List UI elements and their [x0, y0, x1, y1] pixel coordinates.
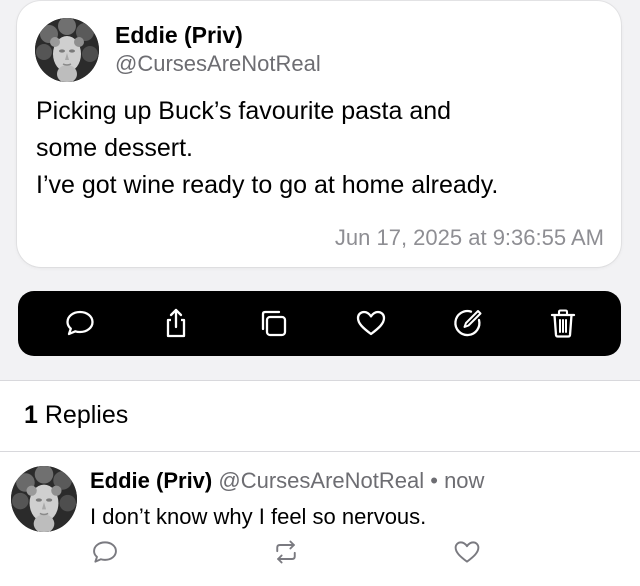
copy-icon [261, 310, 287, 337]
post-author-avatar[interactable] [35, 18, 99, 82]
post-body-line: some dessert. [36, 134, 194, 162]
statue-head-avatar-icon [11, 466, 77, 532]
edit-icon [454, 309, 482, 337]
post-body-line: Picking up Buck’s favourite pasta and [36, 97, 452, 125]
reply-item[interactable]: Eddie (Priv) @CursesAreNotReal • now I d… [0, 452, 640, 586]
reply-body: I don’t know why I feel so nervous. [90, 504, 427, 529]
reply-author-name: Eddie (Priv) [90, 468, 213, 493]
heart-icon [454, 541, 480, 563]
replies-count-number: 1 [24, 401, 38, 429]
comment-icon [66, 310, 94, 336]
heart-icon [356, 310, 386, 336]
post-action-bar [18, 291, 621, 356]
reply-comment-button[interactable] [91, 538, 119, 566]
share-button[interactable] [159, 306, 193, 340]
edit-button[interactable] [451, 306, 485, 340]
replies-count-label: Replies [44, 401, 129, 429]
repost-icon [276, 540, 296, 564]
like-button[interactable] [354, 306, 388, 340]
reply-repost-button[interactable] [272, 538, 300, 566]
reply-author-handle: @CursesAreNotReal [218, 468, 425, 493]
replies-header: 1 Replies [0, 381, 640, 451]
post-author-handle: @CursesAreNotReal [115, 51, 321, 76]
comment-button[interactable] [63, 306, 97, 340]
delete-button[interactable] [546, 306, 580, 340]
comment-icon [93, 541, 117, 563]
reply-like-button[interactable] [453, 538, 481, 566]
reply-author-avatar[interactable] [11, 466, 77, 532]
replies-count: 1 Replies [24, 401, 128, 430]
copy-button[interactable] [256, 306, 290, 340]
post-card[interactable]: Eddie (Priv) @CursesAreNotReal Picking u… [17, 1, 621, 267]
post-body-line: I’ve got wine ready to go at home alread… [36, 171, 499, 199]
trash-icon [550, 309, 576, 338]
post-timestamp: Jun 17, 2025 at 9:36:55 AM [334, 225, 604, 250]
post-body: Picking up Buck’s favourite pasta and so… [36, 93, 606, 204]
reply-time: now [444, 468, 485, 493]
reply-separator: • [430, 468, 438, 493]
reply-meta: Eddie (Priv) @CursesAreNotReal • now [90, 468, 484, 494]
statue-head-avatar-icon [35, 18, 99, 82]
share-icon [166, 308, 186, 338]
post-author-name: Eddie (Priv) [115, 22, 243, 48]
